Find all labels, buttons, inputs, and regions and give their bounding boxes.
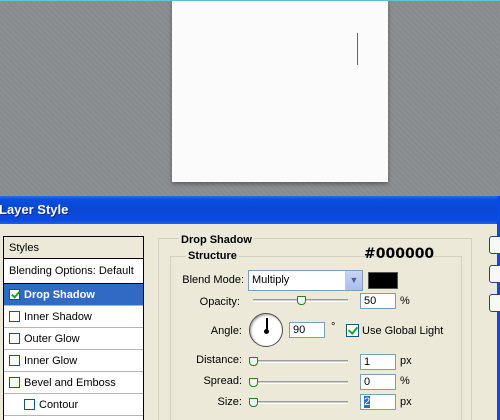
style-checkbox[interactable] xyxy=(9,289,20,300)
ok-button[interactable] xyxy=(489,236,500,254)
style-item-label: Bevel and Emboss xyxy=(24,376,116,389)
styles-list: Styles Blending Options: Default Drop Sha… xyxy=(3,236,144,420)
spread-slider-thumb[interactable] xyxy=(249,378,258,387)
style-checkbox[interactable] xyxy=(24,399,35,410)
style-checkbox[interactable] xyxy=(9,311,20,322)
size-label: Size: xyxy=(217,396,242,408)
style-item-contour[interactable]: Contour xyxy=(4,394,143,416)
opacity-unit: % xyxy=(400,295,410,307)
canvas-area xyxy=(0,0,500,196)
angle-unit: ° xyxy=(331,321,336,333)
blend-mode-select[interactable]: Multiply ▼ xyxy=(248,270,363,291)
distance-input[interactable]: 1 xyxy=(360,354,396,370)
opacity-input[interactable]: 50 xyxy=(360,293,396,309)
structure-title: Structure xyxy=(186,250,239,262)
size-slider[interactable] xyxy=(253,401,348,404)
drop-shadow-title: Drop Shadow xyxy=(179,234,254,246)
blend-mode-label: Blend Mode: xyxy=(182,274,244,286)
distance-slider-thumb[interactable] xyxy=(249,357,258,366)
style-item-label: Contour xyxy=(39,398,79,411)
dialog-titlebar[interactable]: Layer Style xyxy=(0,196,500,224)
use-global-light-checkbox[interactable] xyxy=(346,324,359,337)
size-slider-thumb[interactable] xyxy=(249,398,258,407)
style-checkbox[interactable] xyxy=(9,333,20,344)
use-global-light-label: Use Global Light xyxy=(362,325,444,337)
distance-unit: px xyxy=(400,355,412,367)
style-item-bevel-and-emboss[interactable]: Bevel and Emboss xyxy=(4,372,143,394)
style-item-label: Blending Options: Default xyxy=(9,264,134,277)
opacity-label: Opacity: xyxy=(199,296,240,308)
new-style-button[interactable] xyxy=(489,294,500,312)
document-canvas[interactable] xyxy=(172,1,388,182)
style-item-inner-glow[interactable]: Inner Glow xyxy=(4,350,143,372)
text-cursor xyxy=(357,33,358,65)
spread-input[interactable]: 0 xyxy=(360,374,396,390)
dialog-title: Layer Style xyxy=(0,202,69,217)
style-item-drop-shadow[interactable]: Drop Shadow xyxy=(4,284,143,306)
distance-slider[interactable] xyxy=(253,360,348,363)
chevron-down-icon[interactable]: ▼ xyxy=(345,271,362,290)
distance-label: Distance: xyxy=(196,354,242,366)
styles-header[interactable]: Styles xyxy=(4,237,143,259)
style-item-inner-shadow[interactable]: Inner Shadow xyxy=(4,306,143,328)
size-input[interactable]: 2 xyxy=(360,394,396,410)
opacity-slider-thumb[interactable] xyxy=(296,296,306,305)
style-checkbox[interactable] xyxy=(9,377,20,388)
cancel-button[interactable] xyxy=(489,265,500,283)
angle-input[interactable]: 90 xyxy=(289,322,325,338)
style-item-label: Outer Glow xyxy=(24,332,80,345)
spread-slider[interactable] xyxy=(253,381,348,384)
color-annotation: #000000 xyxy=(364,246,435,262)
angle-dial-center xyxy=(264,329,269,334)
blend-mode-value: Multiply xyxy=(252,274,290,286)
style-item-blending-options-default[interactable]: Blending Options: Default xyxy=(4,259,143,284)
style-item-outer-glow[interactable]: Outer Glow xyxy=(4,328,143,350)
style-item-label: Drop Shadow xyxy=(24,288,95,301)
style-checkbox[interactable] xyxy=(9,355,20,366)
angle-dial[interactable] xyxy=(249,313,283,347)
size-unit: px xyxy=(400,396,412,408)
spread-label: Spread: xyxy=(203,375,242,387)
style-item-label: Inner Shadow xyxy=(24,310,92,323)
spread-unit: % xyxy=(400,375,410,387)
angle-label: Angle: xyxy=(210,325,242,337)
shadow-color-swatch[interactable] xyxy=(368,272,398,289)
style-item-label: Inner Glow xyxy=(24,354,78,367)
